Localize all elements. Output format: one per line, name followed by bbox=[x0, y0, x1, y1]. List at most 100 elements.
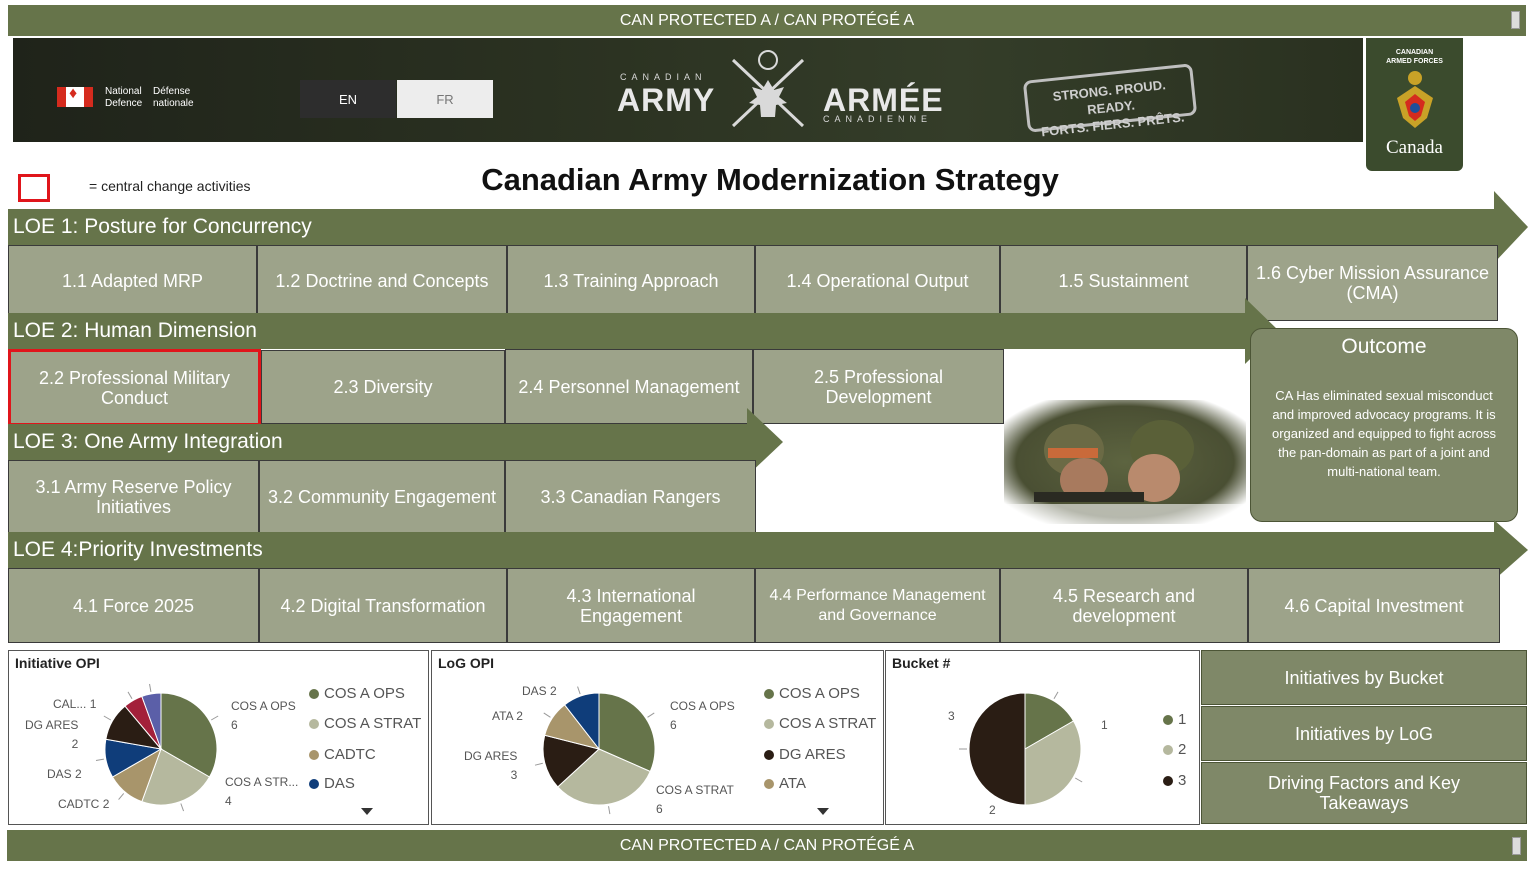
dept-fr-line1: Défense bbox=[153, 86, 191, 97]
loe4-label: LOE 4:Priority Investments bbox=[13, 538, 263, 561]
initiatives-by-log-button[interactable]: Initiatives by LoG bbox=[1201, 706, 1527, 761]
initiative-1-6[interactable]: 1.6 Cyber Mission Assurance (CMA) bbox=[1247, 245, 1498, 321]
bucket-pie[interactable] bbox=[886, 651, 1201, 826]
dept-name-en: National Defence bbox=[105, 86, 142, 110]
pie-leader-line bbox=[608, 806, 611, 815]
classification-text: CAN PROTECTED A / CAN PROTÉGÉ A bbox=[619, 836, 915, 854]
initiative-1-3[interactable]: 1.3 Training Approach bbox=[507, 245, 755, 317]
initiative-3-2[interactable]: 3.2 Community Engagement bbox=[259, 460, 505, 534]
classification-banner-bottom: CAN PROTECTED A / CAN PROTÉGÉ A bbox=[7, 830, 1527, 861]
pie-label: 1 bbox=[1101, 718, 1108, 732]
legend-item[interactable]: ATA bbox=[764, 775, 806, 792]
legend-item[interactable]: COS A STRAT bbox=[309, 715, 421, 732]
legend-item[interactable]: CADTC bbox=[309, 746, 376, 763]
initiative-4-6[interactable]: 4.6 Capital Investment bbox=[1248, 568, 1500, 643]
pie-leader-line bbox=[647, 712, 655, 718]
pie-leader-line bbox=[95, 758, 104, 761]
legend-item[interactable]: COS A OPS bbox=[764, 685, 860, 702]
outcome-title: Outcome bbox=[1341, 335, 1427, 358]
classification-banner-top: CAN PROTECTED A / CAN PROTÉGÉ A bbox=[8, 5, 1526, 36]
initiative-2-2-central[interactable]: 2.2 Professional Military Conduct bbox=[8, 349, 261, 426]
legend-item[interactable]: 2 bbox=[1163, 741, 1186, 758]
caf-text-line1: CANADIAN bbox=[1395, 49, 1434, 56]
pie-leader-line bbox=[127, 691, 133, 700]
caf-logo: CANADIAN ARMED FORCES Canada bbox=[1366, 38, 1463, 171]
pie-leader-line bbox=[543, 712, 551, 718]
pie-label: CAL... 1 bbox=[53, 697, 97, 711]
outcome-text: CA Has eliminated sexual misconduct and … bbox=[1271, 388, 1497, 479]
pie-label: ATA 2 bbox=[492, 709, 523, 723]
header-banner: National Defence Défense nationale EN FR… bbox=[13, 38, 1363, 142]
legend-scroll-down-icon[interactable] bbox=[361, 808, 373, 815]
initiative-2-4[interactable]: 2.4 Personnel Management bbox=[505, 349, 753, 424]
scrollbar-thumb[interactable] bbox=[1511, 11, 1520, 29]
scrollbar-thumb[interactable] bbox=[1512, 837, 1521, 855]
initiatives-by-bucket-button[interactable]: Initiatives by Bucket bbox=[1201, 650, 1527, 705]
dept-name-fr: Défense nationale bbox=[153, 86, 194, 110]
initiative-1-1[interactable]: 1.1 Adapted MRP bbox=[8, 245, 257, 317]
lang-en-button[interactable]: EN bbox=[300, 80, 396, 118]
pie-label: DAS 2 bbox=[47, 767, 82, 781]
caf-text-line2: ARMED FORCES bbox=[1386, 58, 1443, 65]
initiative-opi-panel: Initiative OPI COS A OPS 6 COS A STR... 4 … bbox=[8, 650, 429, 825]
pie-label: COS A OPS 6 bbox=[231, 699, 296, 732]
pie-label: 3 bbox=[948, 709, 955, 723]
pie-label: COS A OPS 6 bbox=[670, 699, 735, 732]
legend-item[interactable]: COS A OPS bbox=[309, 685, 405, 702]
log-opi-panel: LoG OPI COS A OPS 6 COS A STRAT 6 DG ARES 3… bbox=[431, 650, 884, 825]
pie-leader-line bbox=[534, 762, 543, 766]
legend-item[interactable]: 3 bbox=[1163, 772, 1186, 789]
pie-label: 2 bbox=[989, 803, 996, 817]
central-change-legend-box bbox=[18, 174, 50, 202]
pie-leader-line bbox=[103, 715, 112, 721]
loe2-banner: LOE 2: Human Dimension bbox=[8, 313, 1246, 349]
initiative-4-3[interactable]: 4.3 International Engagement bbox=[507, 568, 755, 643]
initiative-1-2[interactable]: 1.2 Doctrine and Concepts bbox=[257, 245, 507, 317]
pie-label: DG ARES 2 bbox=[25, 718, 79, 751]
initiative-4-5[interactable]: 4.5 Research and development bbox=[1000, 568, 1248, 643]
army-crest-icon bbox=[731, 50, 805, 128]
army-small-en: CANADIAN bbox=[620, 72, 707, 82]
pie-label: COS A STRAT 6 bbox=[656, 783, 734, 816]
legend-item[interactable]: DG ARES bbox=[764, 746, 846, 763]
initiative-3-1[interactable]: 3.1 Army Reserve Policy Initiatives bbox=[8, 460, 259, 534]
legend-text: = central change activities bbox=[89, 178, 251, 194]
legend-item[interactable]: 1 bbox=[1163, 711, 1186, 728]
dept-en-line2: Defence bbox=[105, 98, 143, 109]
driving-factors-button[interactable]: Driving Factors and Key Takeaways bbox=[1201, 762, 1527, 824]
loe4-banner: LOE 4:Priority Investments bbox=[8, 532, 1495, 568]
initiative-1-5[interactable]: 1.5 Sustainment bbox=[1000, 245, 1247, 317]
loe3-banner: LOE 3: One Army Integration bbox=[8, 424, 748, 460]
initiative-4-1[interactable]: 4.1 Force 2025 bbox=[8, 568, 259, 643]
pie-slice-3[interactable] bbox=[968, 692, 1026, 806]
motto-stamp: STRONG. PROUD. READY. FORTS. FIERS. PRÊT… bbox=[1022, 63, 1198, 139]
pie-leader-line bbox=[180, 803, 185, 812]
classification-text: CAN PROTECTED A / CAN PROTÉGÉ A bbox=[619, 11, 915, 29]
legend-item[interactable]: DAS bbox=[309, 775, 355, 792]
initiative-4-2[interactable]: 4.2 Digital Transformation bbox=[259, 568, 507, 643]
pie-leader-line bbox=[149, 683, 152, 692]
canada-flag-icon bbox=[57, 85, 93, 107]
lang-fr-button[interactable]: FR bbox=[397, 80, 493, 118]
loe1-arrow-icon bbox=[1494, 191, 1528, 263]
initiative-4-4[interactable]: 4.4 Performance Management and Governanc… bbox=[755, 568, 1000, 643]
page-title: Canadian Army Modernization Strategy bbox=[481, 162, 1059, 197]
loe1-label: LOE 1: Posture for Concurrency bbox=[13, 215, 312, 238]
bucket-panel: Bucket # 1 2 3 1 2 3 bbox=[885, 650, 1200, 825]
pie-leader-line bbox=[577, 686, 581, 695]
loe2-label: LOE 2: Human Dimension bbox=[13, 319, 257, 342]
initiative-2-3[interactable]: 2.3 Diversity bbox=[261, 350, 505, 424]
soldiers-photo bbox=[1004, 400, 1246, 524]
army-small-fr: CANADIENNE bbox=[823, 114, 933, 124]
canada-wordmark: Canada bbox=[1386, 137, 1443, 158]
legend-item[interactable]: COS A STRAT bbox=[764, 715, 876, 732]
initiative-2-5[interactable]: 2.5 Professional Development bbox=[753, 349, 1004, 424]
legend-scroll-down-icon[interactable] bbox=[817, 808, 829, 815]
dept-fr-line2: nationale bbox=[153, 98, 194, 109]
outcome-box: Outcome CA Has eliminated sexual miscond… bbox=[1250, 328, 1518, 522]
loe3-label: LOE 3: One Army Integration bbox=[13, 430, 283, 453]
pie-leader-line bbox=[210, 715, 219, 721]
initiative-3-3[interactable]: 3.3 Canadian Rangers bbox=[505, 460, 756, 534]
initiative-1-4[interactable]: 1.4 Operational Output bbox=[755, 245, 1000, 317]
pie-label: DG ARES 3 bbox=[464, 749, 518, 782]
